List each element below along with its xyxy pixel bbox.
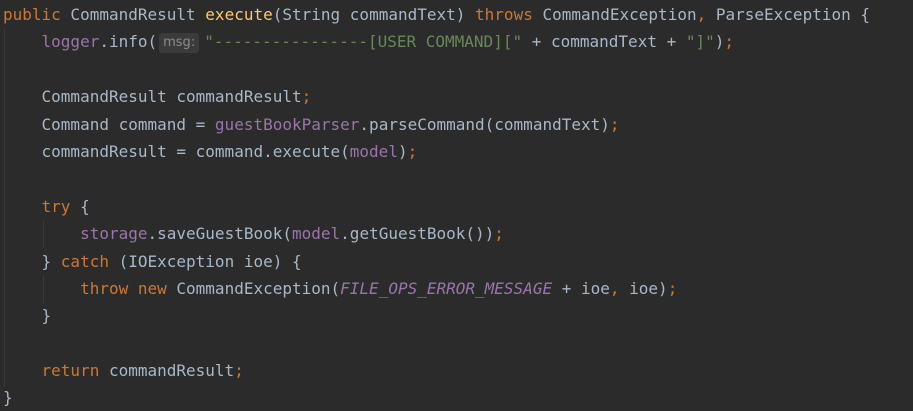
code-token: try bbox=[41, 196, 71, 216]
code-line[interactable]: return commandResult; bbox=[3, 357, 913, 384]
code-token: guestBookParser bbox=[214, 114, 360, 134]
code-line[interactable]: Command command = guestBookParser.parseC… bbox=[3, 111, 913, 138]
code-token: ; bbox=[494, 224, 504, 244]
code-token: ; bbox=[724, 32, 735, 52]
code-token: } bbox=[3, 388, 13, 408]
code-token: ioe) bbox=[619, 278, 668, 298]
code-token: storage bbox=[80, 224, 148, 244]
code-token: commandResult = command.execute( bbox=[3, 141, 350, 161]
code-token: ; bbox=[301, 87, 312, 107]
code-line[interactable]: throw new CommandException(FILE_OPS_ERRO… bbox=[3, 275, 913, 302]
code-line[interactable]: try { bbox=[3, 193, 913, 220]
code-token: catch bbox=[60, 251, 109, 271]
code-token: logger bbox=[41, 32, 100, 52]
code-line[interactable]: storage.saveGuestBook(model.getGuestBook… bbox=[3, 220, 913, 247]
code-token: model bbox=[292, 224, 341, 244]
code-token: (IOException ioe) { bbox=[108, 251, 302, 271]
code-token: commandResult bbox=[99, 361, 235, 381]
code-token: + commandText + bbox=[522, 32, 686, 52]
code-token: ; bbox=[667, 278, 678, 298]
code-line[interactable]: } catch (IOException ioe) { bbox=[3, 248, 913, 275]
code-token: ; bbox=[609, 114, 620, 134]
code-token: CommandException( bbox=[166, 278, 341, 298]
code-line[interactable] bbox=[3, 56, 913, 83]
code-line[interactable] bbox=[3, 330, 913, 357]
code-token: .parseCommand(commandText) bbox=[359, 114, 610, 134]
code-token: , bbox=[696, 5, 707, 24]
code-line[interactable]: logger.info(msg: "----------------[USER C… bbox=[3, 28, 913, 55]
code-line[interactable]: commandResult = command.execute(model); bbox=[3, 138, 913, 165]
code-token: CommandResult commandResult bbox=[3, 87, 302, 107]
code-line[interactable]: public CommandResult execute(String comm… bbox=[3, 1, 913, 28]
code-token: , bbox=[609, 278, 620, 298]
code-token: ; bbox=[407, 141, 418, 161]
code-line[interactable]: } bbox=[3, 302, 913, 329]
code-token: Command command = bbox=[3, 114, 215, 134]
code-token: } bbox=[3, 306, 52, 326]
code-token: execute bbox=[205, 5, 273, 24]
code-token: throw new bbox=[80, 278, 167, 298]
code-token: ) bbox=[397, 141, 408, 161]
code-token: public bbox=[3, 5, 61, 24]
code-token: { bbox=[70, 196, 90, 216]
code-token: .getGuestBook()) bbox=[340, 224, 495, 244]
code-block[interactable]: public CommandResult execute(String comm… bbox=[0, 0, 913, 411]
code-token: throws bbox=[475, 5, 533, 24]
code-token: "]" bbox=[685, 32, 715, 52]
code-token: ParseException { bbox=[706, 5, 870, 24]
code-token: ; bbox=[234, 361, 244, 381]
code-token: (String commandText) bbox=[272, 5, 476, 24]
code-token: FILE_OPS_ERROR_MESSAGE bbox=[340, 278, 553, 298]
code-token: model bbox=[349, 141, 398, 161]
code-token: .saveGuestBook( bbox=[147, 224, 293, 244]
code-line[interactable] bbox=[3, 165, 913, 192]
code-token: return bbox=[41, 361, 100, 381]
code-token: } bbox=[3, 251, 61, 271]
code-token: .info( bbox=[99, 32, 158, 52]
code-token: "----------------[USER COMMAND][" bbox=[204, 32, 523, 52]
code-token: CommandException bbox=[532, 5, 697, 24]
code-token: CommandResult bbox=[60, 5, 206, 24]
code-line[interactable]: CommandResult commandResult; bbox=[3, 83, 913, 110]
code-token: ) bbox=[714, 32, 725, 52]
parameter-hint: msg: bbox=[159, 33, 200, 54]
code-token: + ioe bbox=[552, 278, 610, 298]
code-editor[interactable]: public CommandResult execute(String comm… bbox=[0, 0, 913, 411]
code-line[interactable]: } bbox=[3, 384, 913, 411]
